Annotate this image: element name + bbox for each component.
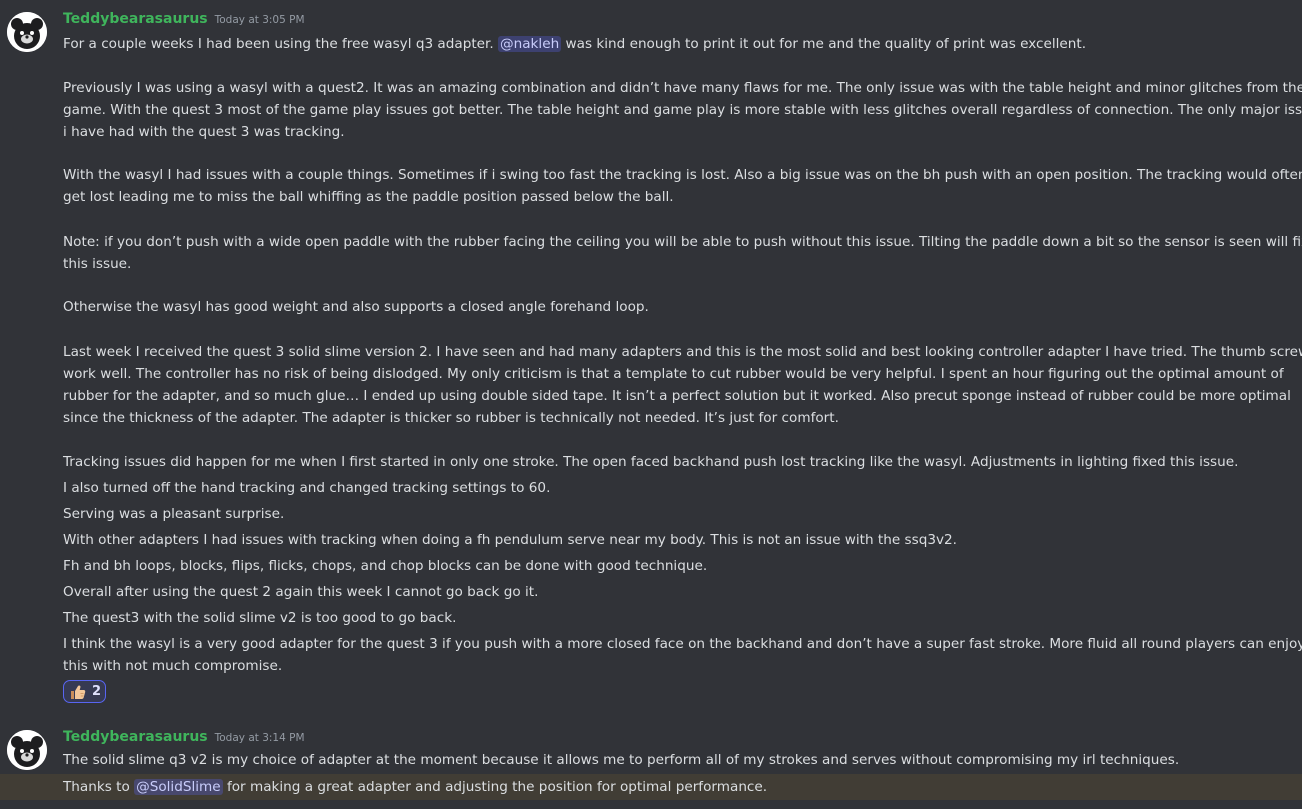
message-line: this with not much compromise. [63,658,283,674]
message-line: since the thickness of the adapter. The … [63,410,839,426]
message-line: Last week I received the quest 3 solid s… [63,344,1302,360]
message-text: for making a great adapter and adjusting… [222,779,768,795]
message-line: this issue. [63,256,132,272]
message-line: I also turned off the hand tracking and … [63,480,551,496]
timestamp[interactable]: Today at 3:14 PM [215,732,305,744]
message-line: With the wasyl I had issues with a coupl… [63,167,1302,183]
message-line: The solid slime q3 v2 is my choice of ad… [63,752,1180,768]
message-line: With other adapters I had issues with tr… [63,532,958,548]
message-line: For a couple weeks I had been using the … [63,33,1086,55]
username[interactable]: Teddybearasaurus [63,11,208,27]
timestamp[interactable]: Today at 3:05 PM [215,14,305,26]
message-text: For a couple weeks I had been using the … [63,36,499,52]
avatar[interactable] [7,12,47,52]
message-line: game. With the quest 3 most of the game … [63,102,1302,118]
user-mention[interactable]: @SolidSlime [134,779,223,795]
message-line: i have had with the quest 3 was tracking… [63,124,345,140]
message-line: Tracking issues did happen for me when I… [63,454,1239,470]
message-line: rubber for the adapter, and so much glue… [63,388,1291,404]
message-line: Otherwise the wasyl has good weight and … [63,299,649,315]
message-line: Previously I was using a wasyl with a qu… [63,80,1302,96]
reaction-thumbs-up[interactable]: 2 [63,680,106,703]
message-text: was kind enough to print it out for me a… [561,36,1087,52]
reaction-count: 2 [92,684,102,699]
message-line: I think the wasyl is a very good adapter… [63,636,1302,652]
message-line: get lost leading me to miss the ball whi… [63,189,674,205]
avatar-bear-icon [7,730,47,770]
avatar-bear-icon [7,12,47,52]
message-header: Teddybearasaurus Today at 3:05 PM [63,11,305,33]
message-line: work well. The controller has no risk of… [63,366,1284,382]
message-line: Note: if you don’t push with a wide open… [63,234,1302,250]
message-text: Thanks to [63,779,135,795]
message-line: Overall after using the quest 2 again th… [63,584,539,600]
message-line: Serving was a pleasant surprise. [63,506,285,522]
message-line: The quest3 with the solid slime v2 is to… [63,610,457,626]
message-line: Fh and bh loops, blocks, flips, flicks, … [63,558,708,574]
user-mention[interactable]: @nakleh [498,36,562,52]
thumbs-up-icon [71,684,86,699]
message-header: Teddybearasaurus Today at 3:14 PM [63,729,305,751]
message-line: Thanks to @SolidSlime for making a great… [63,776,767,798]
avatar[interactable] [7,730,47,770]
username[interactable]: Teddybearasaurus [63,729,208,745]
